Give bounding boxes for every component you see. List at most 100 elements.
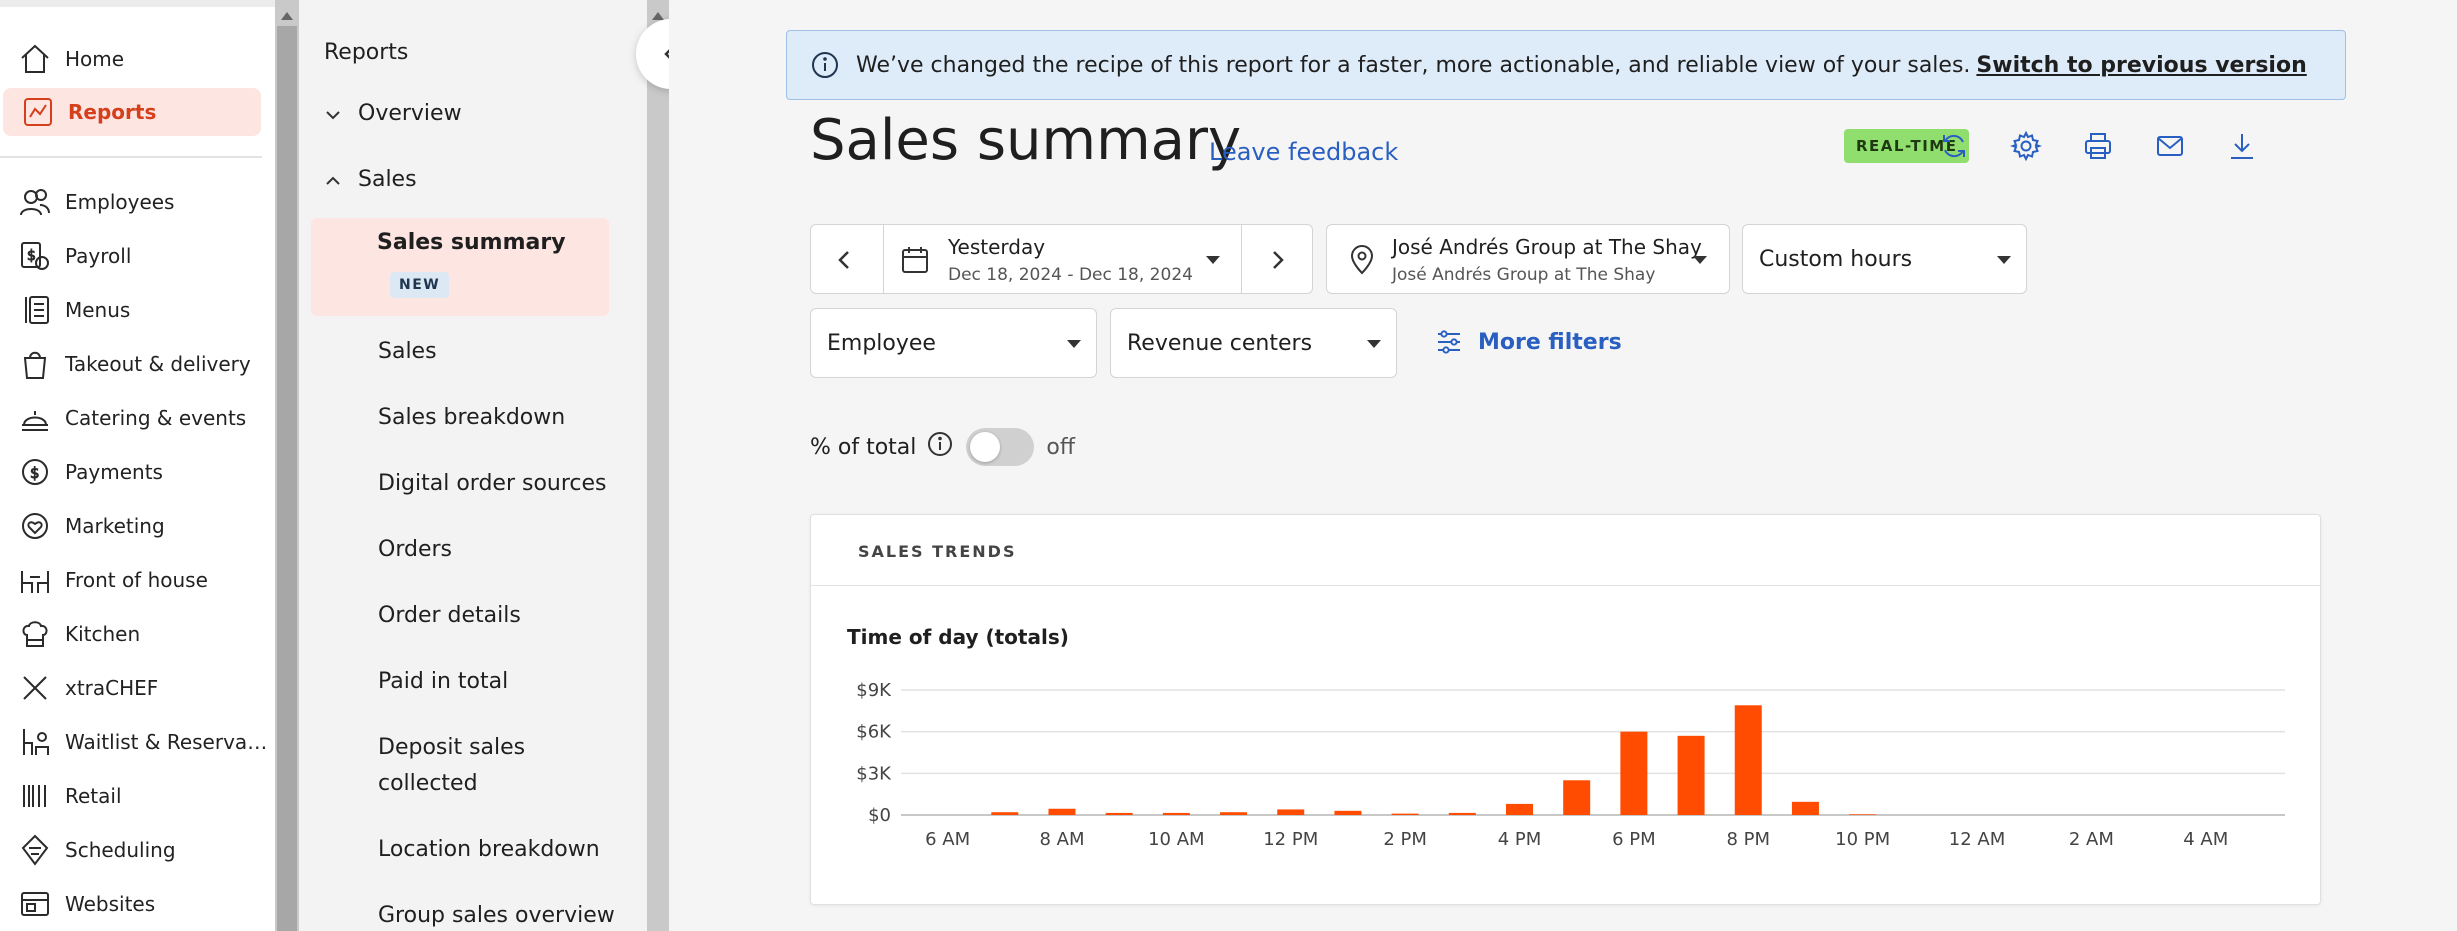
x-tick-label: 2 PM	[1383, 829, 1427, 850]
left-nav-scrollbar[interactable]	[275, 0, 299, 931]
bar-5-pm[interactable]	[1563, 780, 1591, 815]
main-content: We’ve changed the recipe of this report …	[669, 0, 2457, 931]
location-select[interactable]: José Andrés Group at The Shay José André…	[1326, 224, 1730, 294]
refresh-icon[interactable]	[1934, 126, 1974, 166]
scroll-up-arrow-icon[interactable]	[652, 12, 664, 20]
subnav-item-sales[interactable]: Sales	[378, 334, 437, 370]
bar-8-pm[interactable]	[1734, 705, 1762, 815]
chevron-right-icon	[1273, 251, 1284, 269]
sidebar-item-websites[interactable]: Websites	[0, 880, 270, 928]
email-icon[interactable]	[2150, 126, 2190, 166]
xtrachef-icon	[16, 669, 54, 707]
leave-feedback-link[interactable]: Leave feedback	[1209, 138, 1398, 166]
bar-3-pm[interactable]	[1448, 812, 1476, 815]
bar-7-pm[interactable]	[1677, 735, 1705, 815]
bar-6-pm[interactable]	[1620, 731, 1648, 815]
y-tick-label: $0	[868, 805, 891, 826]
left-navigation: Home Reports Employees $ Payroll Menus Takeout…	[0, 0, 275, 931]
date-range: Dec 18, 2024 - Dec 18, 2024	[948, 265, 1193, 285]
sidebar-item-scheduling[interactable]: Scheduling	[0, 826, 270, 874]
new-badge: NEW	[390, 272, 450, 298]
sidebar-item-label: Payroll	[65, 244, 132, 268]
subnav-item-paid-in-total[interactable]: Paid in total	[378, 664, 508, 700]
sidebar-item-label: Catering & events	[65, 406, 247, 430]
sidebar-item-label: Retail	[65, 784, 122, 808]
print-icon[interactable]	[2078, 126, 2118, 166]
sidebar-item-label: Waitlist & Reservati...	[65, 730, 270, 754]
bar-2-pm[interactable]	[1391, 813, 1419, 815]
bar-8-am[interactable]	[1048, 808, 1076, 815]
sidebar-item-xtrachef[interactable]: xtraCHEF	[0, 664, 270, 712]
sidebar-item-label: Front of house	[65, 568, 208, 592]
more-filters-button[interactable]: More filters	[1434, 327, 1622, 357]
websites-icon	[16, 885, 54, 923]
sidebar-item-home[interactable]: Home	[0, 35, 270, 83]
caret-down-icon	[1693, 256, 1707, 264]
subnav-scrollbar[interactable]	[647, 0, 669, 931]
location-pin-icon	[1347, 244, 1377, 280]
subnav-item-label: Sales summary	[377, 230, 566, 255]
bar-10-pm[interactable]	[1849, 814, 1877, 815]
employee-label: Employee	[827, 331, 936, 356]
scroll-up-arrow-icon[interactable]	[281, 12, 293, 20]
info-icon[interactable]	[916, 430, 954, 464]
sidebar-item-reports[interactable]: Reports	[3, 88, 261, 136]
bar-9-am[interactable]	[1105, 812, 1133, 815]
bar-1-pm[interactable]	[1334, 810, 1362, 815]
sidebar-item-catering-events[interactable]: Catering & events	[0, 394, 270, 442]
download-icon[interactable]	[2222, 126, 2262, 166]
marketing-icon	[16, 507, 54, 545]
subnav-item-deposit-sales[interactable]: Deposit sales	[378, 730, 525, 766]
custom-hours-select[interactable]: Custom hours	[1742, 224, 2027, 294]
employee-select[interactable]: Employee	[810, 308, 1097, 378]
subnav-item-orders[interactable]: Orders	[378, 532, 452, 568]
sidebar-item-payments[interactable]: $ Payments	[0, 448, 270, 496]
subnav-item-sales-breakdown[interactable]: Sales breakdown	[378, 400, 565, 436]
divider	[1241, 225, 1242, 293]
sidebar-item-label: Takeout & delivery	[65, 352, 251, 376]
y-tick-label: $9K	[856, 680, 892, 701]
sidebar-item-label: Payments	[65, 460, 163, 484]
sidebar-item-payroll[interactable]: $ Payroll	[0, 232, 270, 280]
subnav-item-sales-summary[interactable]: Sales summary NEW	[311, 218, 609, 316]
sidebar-item-label: Menus	[65, 298, 131, 322]
revenue-centers-select[interactable]: Revenue centers	[1110, 308, 1397, 378]
chevron-up-icon	[324, 171, 342, 189]
switch-version-link[interactable]: Switch to previous version	[1976, 53, 2306, 78]
subnav-item-location-breakdown[interactable]: Location breakdown	[378, 832, 600, 868]
percent-of-total-toggle[interactable]	[966, 428, 1035, 466]
sidebar-item-employees[interactable]: Employees	[0, 178, 270, 226]
subnav-group-sales[interactable]: Sales	[324, 167, 417, 192]
settings-icon[interactable]	[2006, 126, 2046, 166]
subnav-group-overview[interactable]: Overview	[324, 101, 462, 126]
bar-10-am[interactable]	[1162, 812, 1190, 815]
date-select[interactable]: Yesterday Dec 18, 2024 - Dec 18, 2024	[884, 225, 1241, 293]
subnav-title: Reports	[324, 40, 409, 65]
sidebar-item-front-of-house[interactable]: Front of house	[0, 556, 270, 604]
bar-12-pm[interactable]	[1277, 809, 1305, 815]
subnav-item-deposit-sales-line2[interactable]: collected	[378, 766, 478, 802]
subnav-item-digital-order-sources[interactable]: Digital order sources	[378, 466, 607, 502]
sidebar-item-label: Marketing	[65, 514, 165, 538]
x-tick-label: 12 PM	[1263, 829, 1318, 850]
bar-11-am[interactable]	[1220, 812, 1248, 815]
x-tick-label: 6 AM	[925, 829, 970, 850]
scrollbar-thumb[interactable]	[277, 26, 297, 931]
sidebar-item-menus[interactable]: Menus	[0, 286, 270, 334]
sidebar-item-takeout-delivery[interactable]: Takeout & delivery	[0, 340, 270, 388]
subnav-item-group-sales-overview[interactable]: Group sales overview	[378, 898, 615, 931]
sidebar-item-marketing[interactable]: Marketing	[0, 502, 270, 550]
bar-4-pm[interactable]	[1505, 803, 1533, 815]
reports-icon	[19, 93, 57, 131]
time-of-day-chart: $0 $3K $6K $9K 6 AM 8 AM 10 AM 12 PM 2 PM 4 PM 6 P…	[856, 680, 2285, 850]
sidebar-item-kitchen[interactable]: Kitchen	[0, 610, 270, 658]
next-day-button[interactable]	[1266, 249, 1288, 275]
y-tick-label: $3K	[856, 763, 892, 784]
subnav-item-order-details[interactable]: Order details	[378, 598, 521, 634]
kitchen-icon	[16, 615, 54, 653]
bar-9-pm[interactable]	[1791, 801, 1819, 815]
sidebar-item-retail[interactable]: Retail	[0, 772, 270, 820]
bar-7-am[interactable]	[991, 812, 1019, 815]
previous-day-button[interactable]	[834, 249, 856, 275]
sidebar-item-waitlist-reservati[interactable]: Waitlist & Reservati...	[0, 718, 270, 766]
